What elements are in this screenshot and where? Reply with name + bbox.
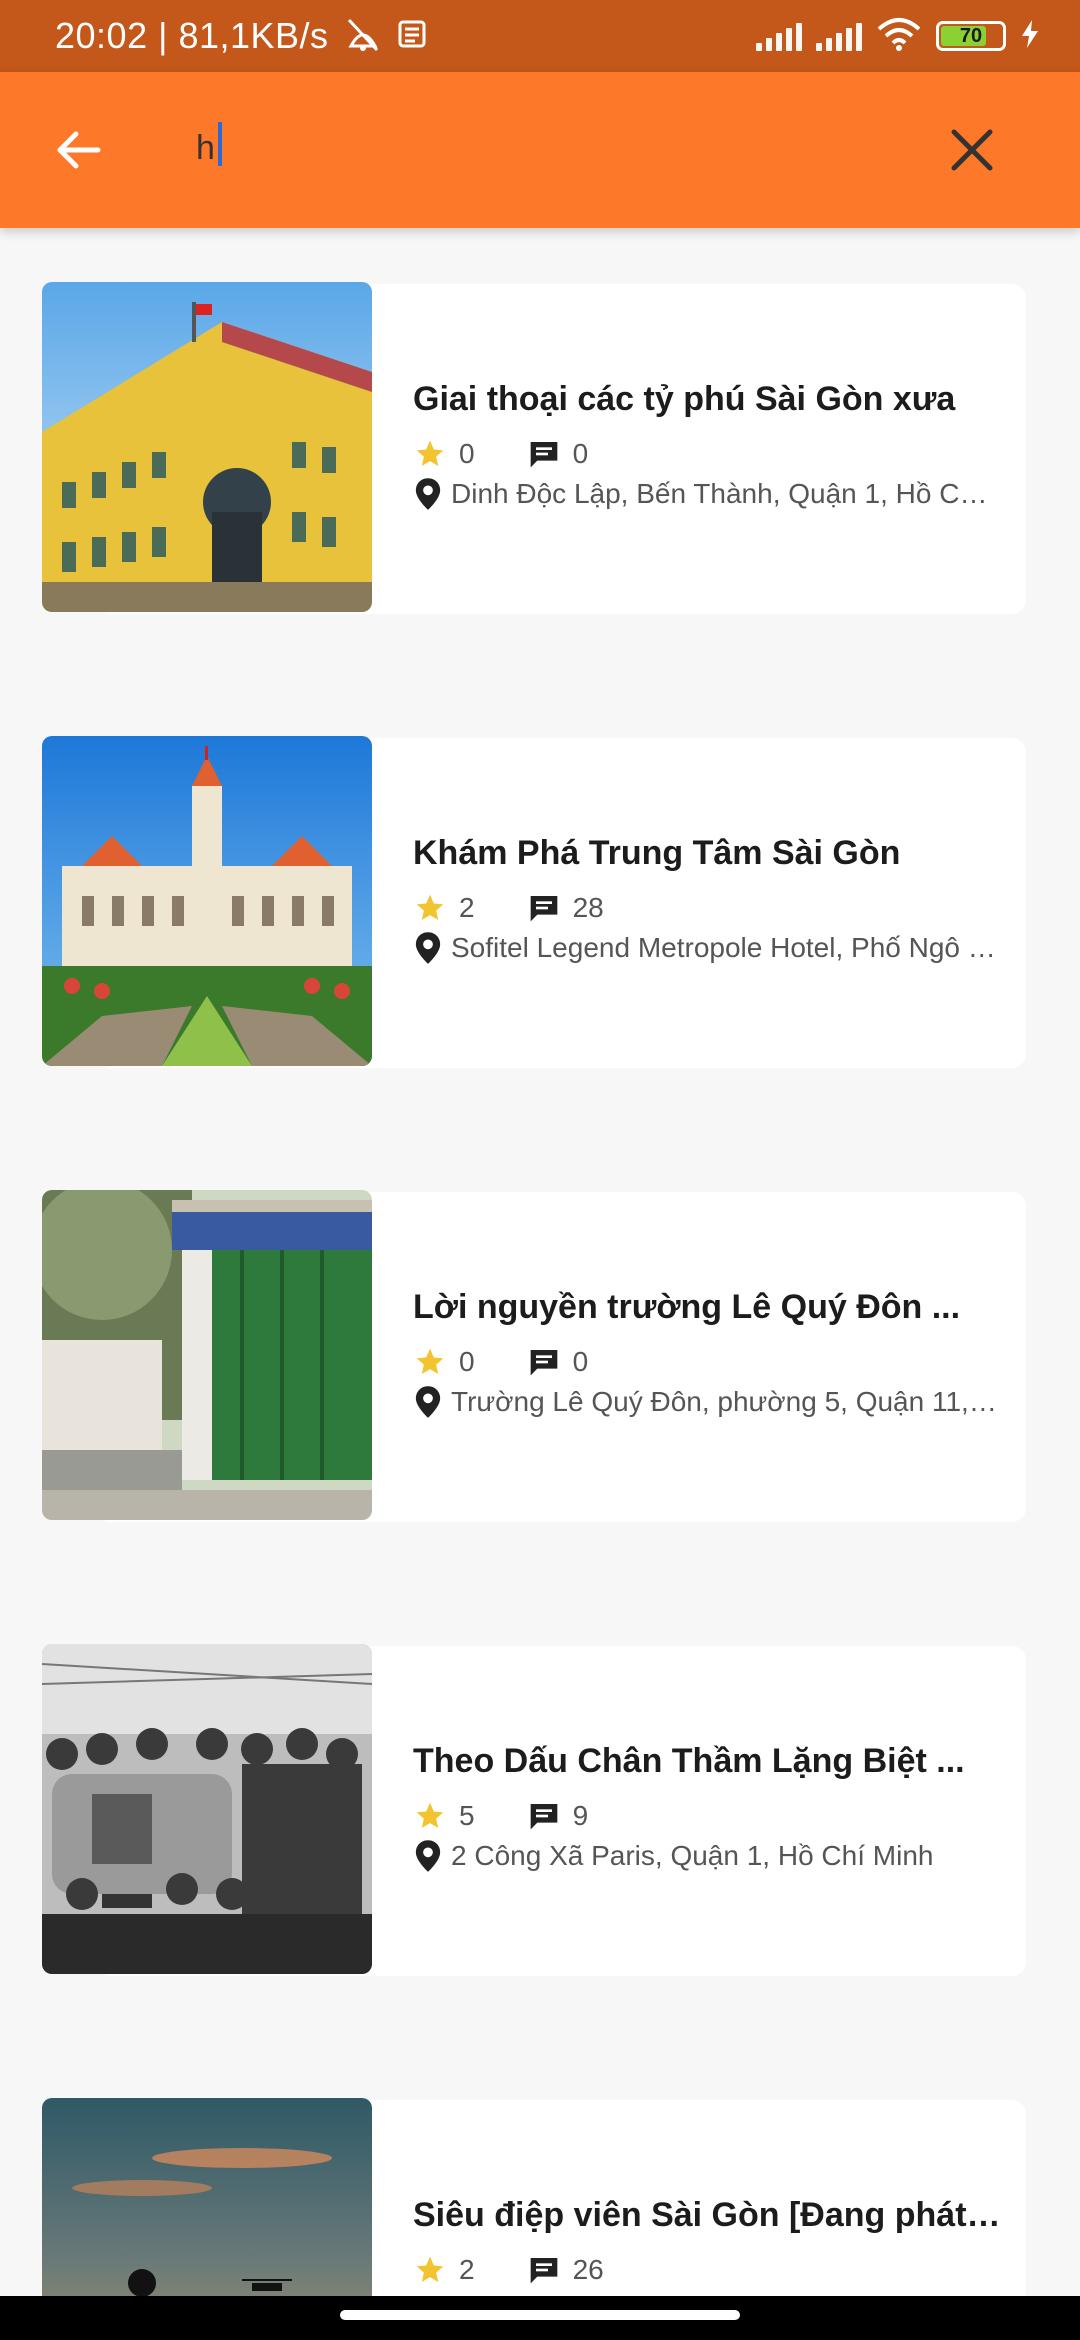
comments: 26 — [527, 2254, 604, 2286]
search-app-bar — [0, 72, 1080, 228]
location-pin-icon — [415, 1840, 441, 1872]
result-card[interactable]: Giai thoại các tỷ phú Sài Gòn xưa 0 0 Di… — [0, 228, 1080, 618]
result-stats: 0 0 — [413, 1342, 588, 1382]
status-right: 70 — [756, 17, 1040, 56]
result-stats: 0 0 — [413, 434, 588, 474]
result-thumbnail[interactable] — [42, 1190, 372, 1520]
news-icon — [397, 18, 429, 55]
result-address: Dinh Độc Lập, Bến Thành, Quận 1, Hồ Chí … — [413, 474, 1003, 514]
location-pin-icon — [415, 478, 441, 510]
result-thumbnail[interactable] — [42, 1644, 372, 1974]
location-pin-icon — [415, 1386, 441, 1418]
comments: 0 — [527, 1346, 589, 1378]
star-icon — [416, 1348, 444, 1374]
comment-icon — [530, 2258, 557, 2284]
rating-count: 0 — [459, 1346, 475, 1377]
comment-count: 0 — [572, 1346, 589, 1377]
address-text: Dinh Độc Lập, Bến Thành, Quận 1, Hồ Chí … — [451, 478, 1003, 509]
result-card[interactable]: Lời nguyền trường Lê Quý Đôn ... 0 0 Trư… — [0, 1136, 1080, 1526]
star-icon — [416, 2256, 444, 2282]
battery-icon: 70 — [936, 21, 1006, 51]
close-icon — [951, 129, 993, 171]
result-title[interactable]: Lời nguyền trường Lê Quý Đôn ... — [413, 1288, 1003, 1327]
result-stats: 2 26 — [413, 2250, 604, 2290]
system-navigation-bar — [0, 2296, 1080, 2340]
comment-icon — [530, 896, 557, 922]
rating: 0 — [413, 1346, 475, 1378]
status-left: 20:02 | 81,1KB/s — [55, 15, 429, 57]
result-title[interactable]: Giai thoại các tỷ phú Sài Gòn xưa — [413, 380, 1003, 419]
rating: 2 — [413, 2254, 475, 2286]
comment-icon — [530, 1804, 557, 1830]
rating: 2 — [413, 892, 475, 924]
result-title[interactable]: Theo Dấu Chân Thầm Lặng Biệt ... — [413, 1742, 1003, 1781]
location-pin-icon — [415, 932, 441, 964]
comments: 9 — [527, 1800, 589, 1832]
result-card[interactable]: Khám Phá Trung Tâm Sài Gòn 2 28 Sofitel … — [0, 682, 1080, 1072]
arrow-left-icon — [57, 131, 101, 169]
result-title[interactable]: Khám Phá Trung Tâm Sài Gòn — [413, 834, 1003, 873]
charging-icon — [1020, 19, 1040, 54]
comment-count: 9 — [572, 1800, 589, 1831]
rating: 0 — [413, 438, 475, 470]
star-icon — [416, 440, 444, 466]
result-card[interactable]: Theo Dấu Chân Thầm Lặng Biệt ... 5 9 2 C… — [0, 1590, 1080, 1980]
comments: 28 — [527, 892, 604, 924]
rating-count: 2 — [459, 2254, 475, 2285]
result-stats: 2 28 — [413, 888, 604, 928]
star-icon — [416, 1802, 444, 1828]
comments: 0 — [527, 438, 589, 470]
search-input[interactable] — [196, 112, 896, 184]
clear-search-button[interactable] — [940, 118, 1004, 182]
home-gesture-handle[interactable] — [340, 2310, 740, 2320]
result-thumbnail[interactable] — [42, 736, 372, 1066]
battery-level: 70 — [959, 24, 983, 47]
comment-count: 0 — [572, 438, 589, 469]
signal-icon — [756, 21, 802, 51]
address-text: 2 Công Xã Paris, Quận 1, Hồ Chí Minh — [451, 1840, 934, 1871]
comment-icon — [530, 442, 557, 468]
result-address: Trường Lê Quý Đôn, phường 5, Quận 11, Hồ… — [413, 1382, 1003, 1422]
result-thumbnail[interactable] — [42, 282, 372, 612]
result-address: Sofitel Legend Metropole Hotel, Phố Ngô … — [413, 928, 1003, 968]
star-icon — [416, 894, 444, 920]
rating-count: 0 — [459, 438, 475, 469]
comment-count: 28 — [572, 892, 604, 923]
result-stats: 5 9 — [413, 1796, 588, 1836]
comment-count: 26 — [572, 2254, 604, 2285]
comment-icon — [530, 1350, 557, 1376]
signal-icon — [816, 21, 862, 51]
rating-count: 5 — [459, 1800, 475, 1831]
address-text: Sofitel Legend Metropole Hotel, Phố Ngô … — [451, 932, 1003, 963]
status-bar: 20:02 | 81,1KB/s 70 — [0, 0, 1080, 72]
status-time-speed: 20:02 | 81,1KB/s — [55, 15, 329, 56]
rating-count: 2 — [459, 892, 475, 923]
alarm-off-icon — [343, 16, 383, 57]
result-title[interactable]: Siêu điệp viên Sài Gòn [Đang phát ... — [413, 2196, 1003, 2235]
wifi-icon — [876, 17, 922, 56]
result-address: 2 Công Xã Paris, Quận 1, Hồ Chí Minh — [413, 1836, 1003, 1876]
text-caret — [218, 122, 222, 166]
back-button[interactable] — [46, 118, 110, 182]
rating: 5 — [413, 1800, 475, 1832]
address-text: Trường Lê Quý Đôn, phường 5, Quận 11, Hồ… — [451, 1386, 1003, 1417]
